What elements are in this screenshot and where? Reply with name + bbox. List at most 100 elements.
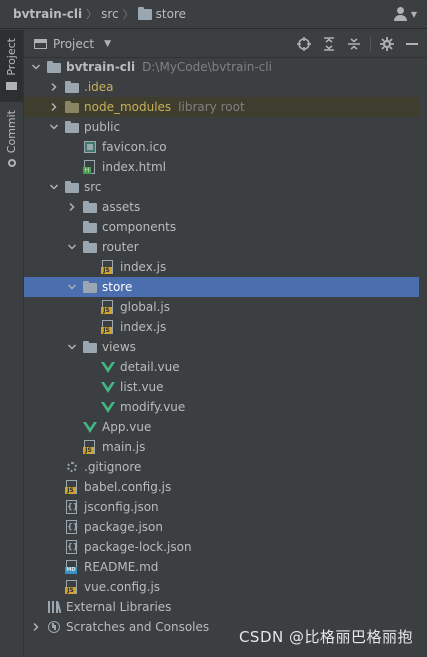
chevron-right-icon[interactable]: [48, 81, 60, 93]
tree-row[interactable]: favicon.ico: [24, 137, 419, 157]
tab-commit[interactable]: Commit: [0, 110, 23, 180]
tree-row[interactable]: global.js: [24, 297, 419, 317]
folder-icon: [82, 279, 98, 295]
image-file-icon: [82, 139, 98, 155]
tab-commit-label: Commit: [5, 110, 18, 154]
folder-icon: [64, 179, 80, 195]
javascript-file-icon: [100, 259, 116, 275]
tree-row[interactable]: views: [24, 337, 419, 357]
vue-file-icon: [100, 359, 116, 375]
tree-item-label: jsconfig.json: [84, 500, 159, 514]
tree-row[interactable]: src: [24, 177, 419, 197]
chevron-down-icon[interactable]: [48, 121, 60, 133]
tree-row[interactable]: index.html: [24, 157, 419, 177]
chevron-right-icon[interactable]: [48, 101, 60, 113]
user-icon: [393, 6, 409, 22]
tree-row[interactable]: package-lock.json: [24, 537, 419, 557]
folder-icon: [82, 339, 98, 355]
scratches-icon: [46, 619, 62, 635]
tree-row[interactable]: store: [24, 277, 419, 297]
tree-row[interactable]: router: [24, 237, 419, 257]
tree-item-label: App.vue: [102, 420, 152, 434]
user-menu[interactable]: ▼: [393, 6, 417, 22]
breadcrumb-project[interactable]: bvtrain-cli: [13, 7, 82, 21]
chevron-down-icon[interactable]: [48, 181, 60, 193]
folder-icon: [46, 59, 62, 75]
tree-row[interactable]: jsconfig.json: [24, 497, 419, 517]
javascript-file-icon: [100, 299, 116, 315]
tree-row[interactable]: node_modules library root: [24, 97, 419, 117]
tree-item-label: bvtrain-cli: [66, 60, 136, 74]
tree-row[interactable]: vue.config.js: [24, 577, 419, 597]
tree-item-label: global.js: [120, 300, 170, 314]
chevron-down-icon[interactable]: [66, 241, 78, 253]
tree-row[interactable]: components: [24, 217, 419, 237]
breadcrumb-store[interactable]: store: [137, 6, 186, 21]
tree-row[interactable]: bvtrain-cli D:\MyCode\bvtrain-cli: [24, 57, 419, 77]
tab-project[interactable]: Project: [0, 30, 23, 102]
tree-item-label: index.js: [120, 320, 167, 334]
expand-all-icon[interactable]: [320, 35, 338, 53]
hide-icon[interactable]: [403, 35, 421, 53]
tree-item-label: README.md: [84, 560, 159, 574]
gear-icon[interactable]: [378, 35, 396, 53]
tree-row[interactable]: assets: [24, 197, 419, 217]
window-icon: [34, 38, 47, 49]
vue-file-icon: [100, 399, 116, 415]
tree-row[interactable]: modify.vue: [24, 397, 419, 417]
folder-icon: [82, 239, 98, 255]
tree-item-label: list.vue: [120, 380, 164, 394]
tree-row[interactable]: index.js: [24, 257, 419, 277]
tree-row[interactable]: index.js: [24, 317, 419, 337]
project-panel-header: Project ▼: [24, 30, 427, 58]
tree-row[interactable]: README.md: [24, 557, 419, 577]
javascript-file-icon: [64, 479, 80, 495]
tree-row[interactable]: babel.config.js: [24, 477, 419, 497]
tree-item-label: favicon.ico: [102, 140, 167, 154]
tree-item-label: public: [84, 120, 121, 134]
tree-row[interactable]: detail.vue: [24, 357, 419, 377]
tree-item-meta: library root: [178, 100, 245, 114]
chevron-down-icon[interactable]: [66, 281, 78, 293]
tree-row[interactable]: .gitignore: [24, 457, 419, 477]
chevron-down-icon[interactable]: ▼: [104, 39, 111, 49]
tree-row[interactable]: External Libraries: [24, 597, 419, 617]
tree-row[interactable]: package.json: [24, 517, 419, 537]
tree-row[interactable]: main.js: [24, 437, 419, 457]
breadcrumb-separator: 〉: [86, 8, 98, 21]
chevron-right-icon[interactable]: [30, 621, 42, 633]
tree-item-label: External Libraries: [66, 600, 172, 614]
project-tree[interactable]: bvtrain-cli D:\MyCode\bvtrain-cli .idea nod…: [24, 57, 427, 657]
watermark: CSDN @比格丽巴格丽抱: [238, 628, 413, 646]
breadcrumb-src[interactable]: src: [101, 7, 119, 21]
tree-item-label: index.html: [102, 160, 166, 174]
view-selector[interactable]: Project: [53, 37, 94, 51]
folder-icon: [82, 199, 98, 215]
json-file-icon: [64, 519, 80, 535]
collapse-all-icon[interactable]: [345, 35, 363, 53]
chevron-down-icon[interactable]: [30, 61, 42, 73]
javascript-file-icon: [82, 439, 98, 455]
javascript-file-icon: [64, 579, 80, 595]
tree-row[interactable]: list.vue: [24, 377, 419, 397]
chevron-right-icon[interactable]: [66, 201, 78, 213]
folder-icon: [137, 6, 152, 20]
folder-icon: [6, 81, 17, 90]
tree-row[interactable]: public: [24, 117, 419, 137]
commit-icon: [7, 159, 16, 168]
html-file-icon: [82, 159, 98, 175]
tree-item-label: modify.vue: [120, 400, 186, 414]
locate-icon[interactable]: [295, 35, 313, 53]
tree-row[interactable]: App.vue: [24, 417, 419, 437]
tree-row[interactable]: .idea: [24, 77, 419, 97]
chevron-down-icon[interactable]: [66, 341, 78, 353]
